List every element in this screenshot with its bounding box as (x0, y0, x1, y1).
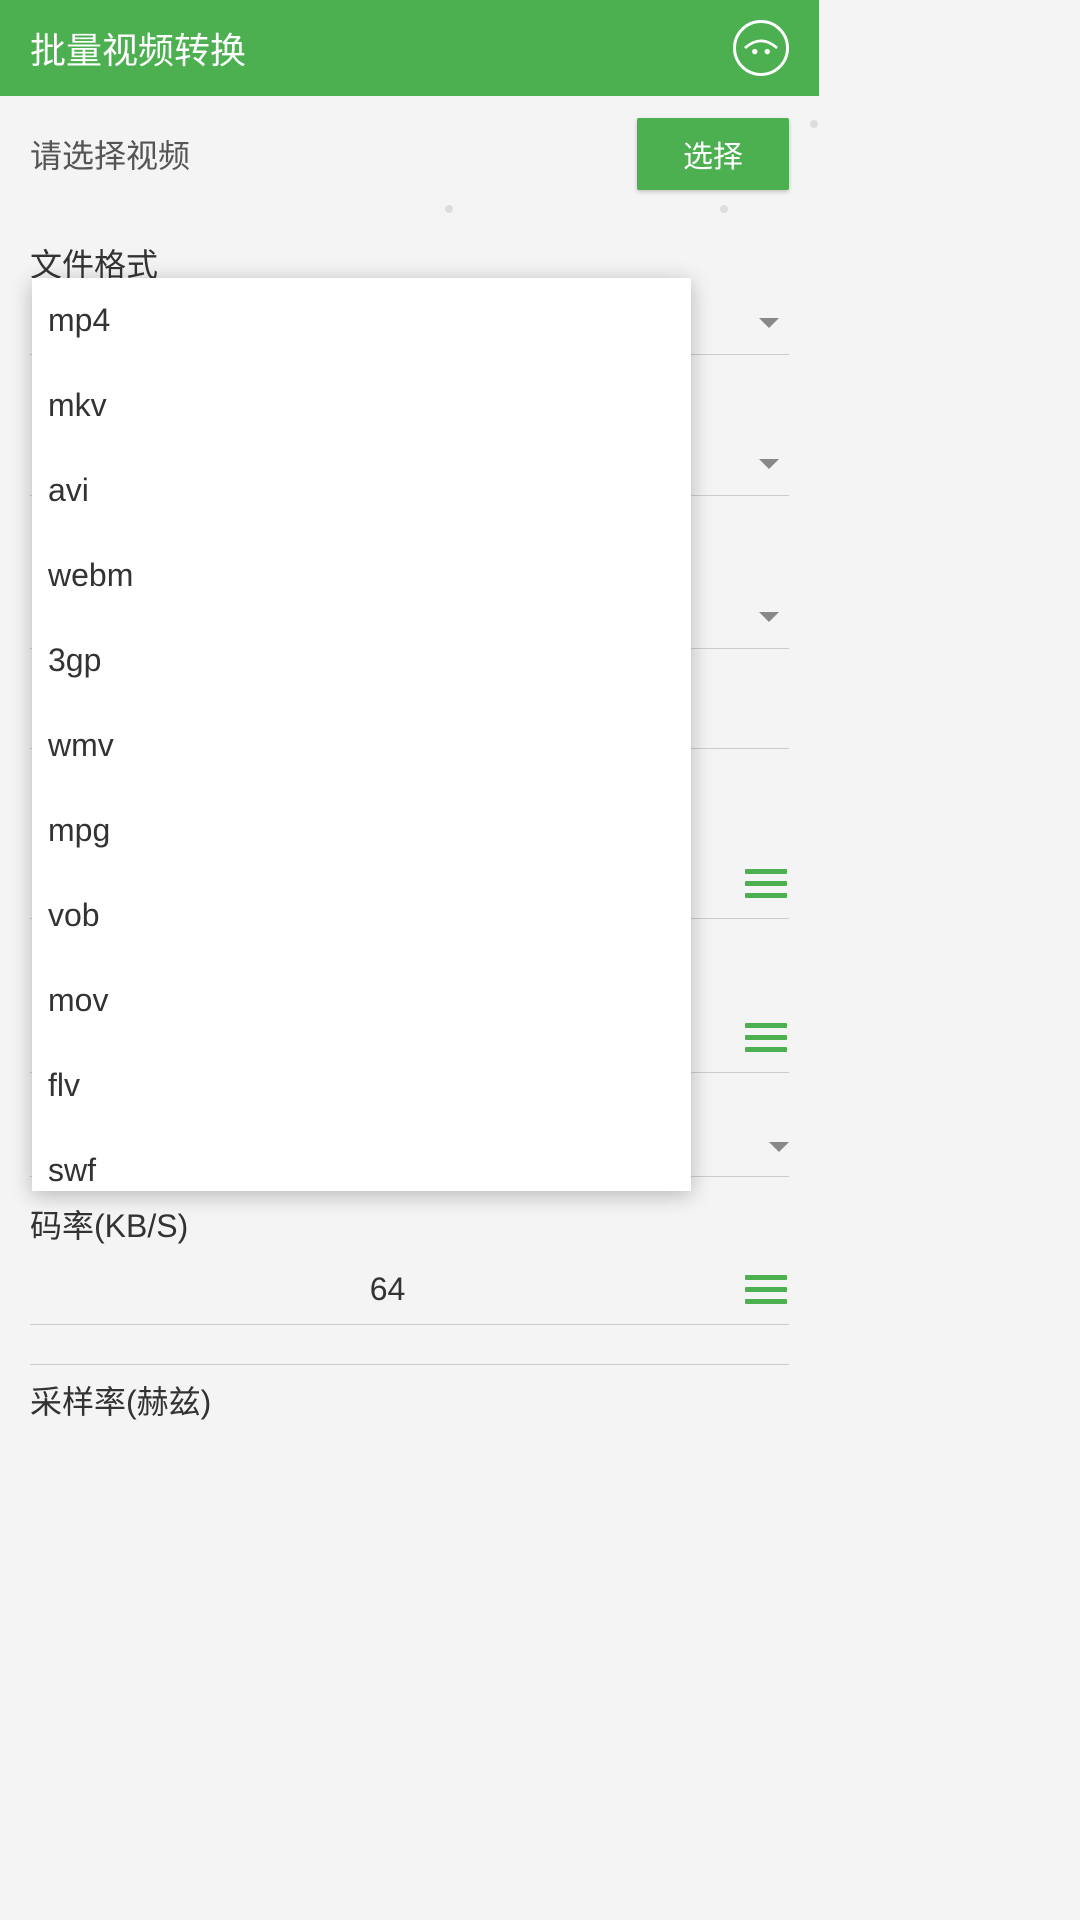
bitrate-label: 码率(KB/S) (30, 1201, 789, 1247)
format-option-mpg[interactable]: mpg (32, 788, 691, 873)
format-option-wmv[interactable]: wmv (32, 703, 691, 788)
bitrate-value[interactable]: 64 (30, 1271, 745, 1308)
format-option-flv[interactable]: flv (32, 1043, 691, 1128)
chevron-down-icon (769, 1142, 789, 1152)
format-option-swf[interactable]: swf (32, 1128, 691, 1191)
menu-icon[interactable] (745, 869, 789, 898)
format-option-mkv[interactable]: mkv (32, 363, 691, 448)
menu-icon[interactable] (745, 1275, 789, 1304)
file-format-dropdown-popup: mp4 mkv avi webm 3gp wmv mpg vob mov flv… (32, 278, 691, 1191)
format-option-avi[interactable]: avi (32, 448, 691, 533)
select-video-row: 请选择视频 选择 (30, 96, 789, 208)
format-option-webm[interactable]: webm (32, 533, 691, 618)
format-option-mov[interactable]: mov (32, 958, 691, 1043)
app-header: 批量视频转换 (0, 0, 819, 96)
select-button[interactable]: 选择 (637, 118, 789, 190)
sample-rate-label: 采样率(赫兹) (30, 1377, 789, 1423)
chevron-down-icon (759, 459, 779, 469)
chevron-down-icon (759, 318, 779, 328)
chevron-down-icon (759, 612, 779, 622)
format-option-vob[interactable]: vob (32, 873, 691, 958)
bitrate-row: 64 (30, 1255, 789, 1325)
format-option-mp4[interactable]: mp4 (32, 278, 691, 363)
avatar-icon[interactable] (733, 20, 789, 76)
format-option-3gp[interactable]: 3gp (32, 618, 691, 703)
page-title: 批量视频转换 (30, 22, 246, 74)
select-video-label: 请选择视频 (30, 131, 190, 177)
menu-icon[interactable] (745, 1023, 789, 1052)
